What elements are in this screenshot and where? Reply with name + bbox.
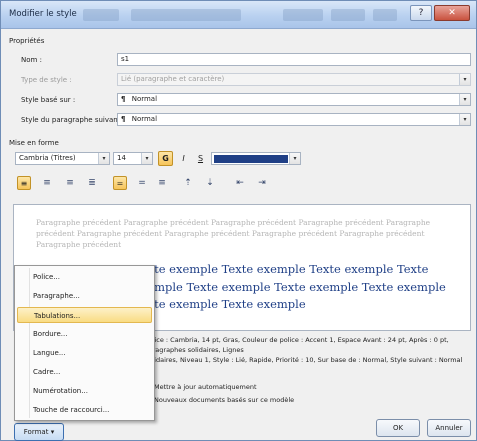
style-type-label: Type de style :	[21, 76, 72, 84]
chevron-down-icon: ▾	[289, 153, 300, 164]
name-label: Nom :	[21, 56, 42, 64]
underline-button[interactable]: S	[193, 151, 208, 166]
title-bar-blur	[283, 9, 323, 21]
title-bar-blur	[373, 9, 397, 21]
italic-button[interactable]: I	[176, 151, 191, 166]
menu-item-tabs[interactable]: Tabulations...	[17, 307, 152, 323]
paragraph-icon: ¶	[121, 115, 126, 123]
menu-item-border[interactable]: Bordure...	[17, 326, 152, 342]
menu-item-paragraph[interactable]: Paragraphe...	[17, 288, 152, 304]
title-bar: Modifier le style ? ✕	[1, 1, 476, 29]
space-after-icon[interactable]: ⇣	[203, 176, 217, 190]
chevron-down-icon: ▾	[98, 153, 109, 164]
properties-section-label: Propriétés	[9, 37, 45, 45]
style-type-value: Lié (paragraphe et caractère)	[121, 75, 225, 83]
style-type-select[interactable]: Lié (paragraphe et caractère) ▾	[117, 73, 471, 86]
align-center-icon[interactable]: ≡	[40, 176, 54, 190]
space-before-icon[interactable]: ⇡	[181, 176, 195, 190]
paragraph-icon: ¶	[121, 95, 126, 103]
chevron-down-icon: ▾	[459, 94, 470, 105]
based-on-value: Normal	[131, 95, 158, 103]
increase-indent-icon[interactable]: ⇥	[255, 176, 269, 190]
previous-paragraph-preview: Paragraphe précédent Paragraphe précéden…	[36, 218, 431, 249]
chevron-down-icon: ▾	[459, 114, 470, 125]
chevron-down-icon: ▾	[141, 153, 152, 164]
decrease-indent-icon[interactable]: ⇤	[233, 176, 247, 190]
sample-text-preview: Texte exemple Texte exemple Texte exempl…	[134, 262, 446, 311]
font-color-select[interactable]: ▾	[211, 152, 301, 165]
modify-style-dialog: Modifier le style ? ✕ Propriétés Nom : s…	[0, 0, 477, 441]
window-controls: ? ✕	[410, 5, 470, 21]
font-size-value: 14	[117, 154, 126, 162]
line-spacing-single-button[interactable]: =	[113, 176, 127, 190]
name-input[interactable]: s1	[117, 53, 471, 66]
menu-item-frame[interactable]: Cadre...	[17, 364, 152, 380]
title-bar-blur	[131, 9, 241, 21]
auto-update-label: Mettre à jour automatiquement	[154, 383, 257, 391]
format-button[interactable]: Format ▾	[14, 423, 64, 441]
formatting-section-label: Mise en forme	[9, 139, 59, 147]
font-select[interactable]: Cambria (Titres) ▾	[15, 152, 110, 165]
font-value: Cambria (Titres)	[19, 154, 76, 162]
chevron-down-icon: ▾	[459, 74, 470, 85]
help-button[interactable]: ?	[410, 5, 432, 21]
based-on-select[interactable]: ¶ Normal ▾	[117, 93, 471, 106]
menu-item-language[interactable]: Langue...	[17, 345, 152, 361]
dialog-title: Modifier le style	[9, 9, 77, 19]
align-left-button[interactable]: ≡	[17, 176, 31, 190]
ok-button[interactable]: OK	[376, 419, 420, 437]
menu-item-shortcut-key[interactable]: Touche de raccourci...	[17, 402, 152, 418]
font-size-select[interactable]: 14 ▾	[113, 152, 153, 165]
line-spacing-15-icon[interactable]: =	[135, 176, 149, 190]
font-color-swatch	[214, 155, 288, 163]
menu-item-numbering[interactable]: Numérotation...	[17, 383, 152, 399]
next-style-value: Normal	[131, 115, 158, 123]
next-style-label: Style du paragraphe suivant :	[21, 116, 126, 124]
align-right-icon[interactable]: ≡	[63, 176, 77, 190]
format-button-label: Format	[23, 428, 49, 436]
line-spacing-double-icon[interactable]: ≡	[155, 176, 169, 190]
next-style-select[interactable]: ¶ Normal ▾	[117, 113, 471, 126]
bold-button[interactable]: G	[158, 151, 173, 166]
justify-icon[interactable]: ≣	[85, 176, 99, 190]
title-bar-blur	[331, 9, 365, 21]
title-bar-blur	[83, 9, 119, 21]
new-docs-label: Nouveaux documents basés sur ce modèle	[154, 396, 295, 404]
close-button[interactable]: ✕	[434, 5, 470, 21]
cancel-button[interactable]: Annuler	[427, 419, 471, 437]
based-on-label: Style basé sur :	[21, 96, 76, 104]
format-menu: Police... Paragraphe... Tabulations... B…	[14, 265, 155, 421]
chevron-down-icon: ▾	[50, 428, 55, 436]
menu-item-font[interactable]: Police...	[17, 269, 152, 285]
